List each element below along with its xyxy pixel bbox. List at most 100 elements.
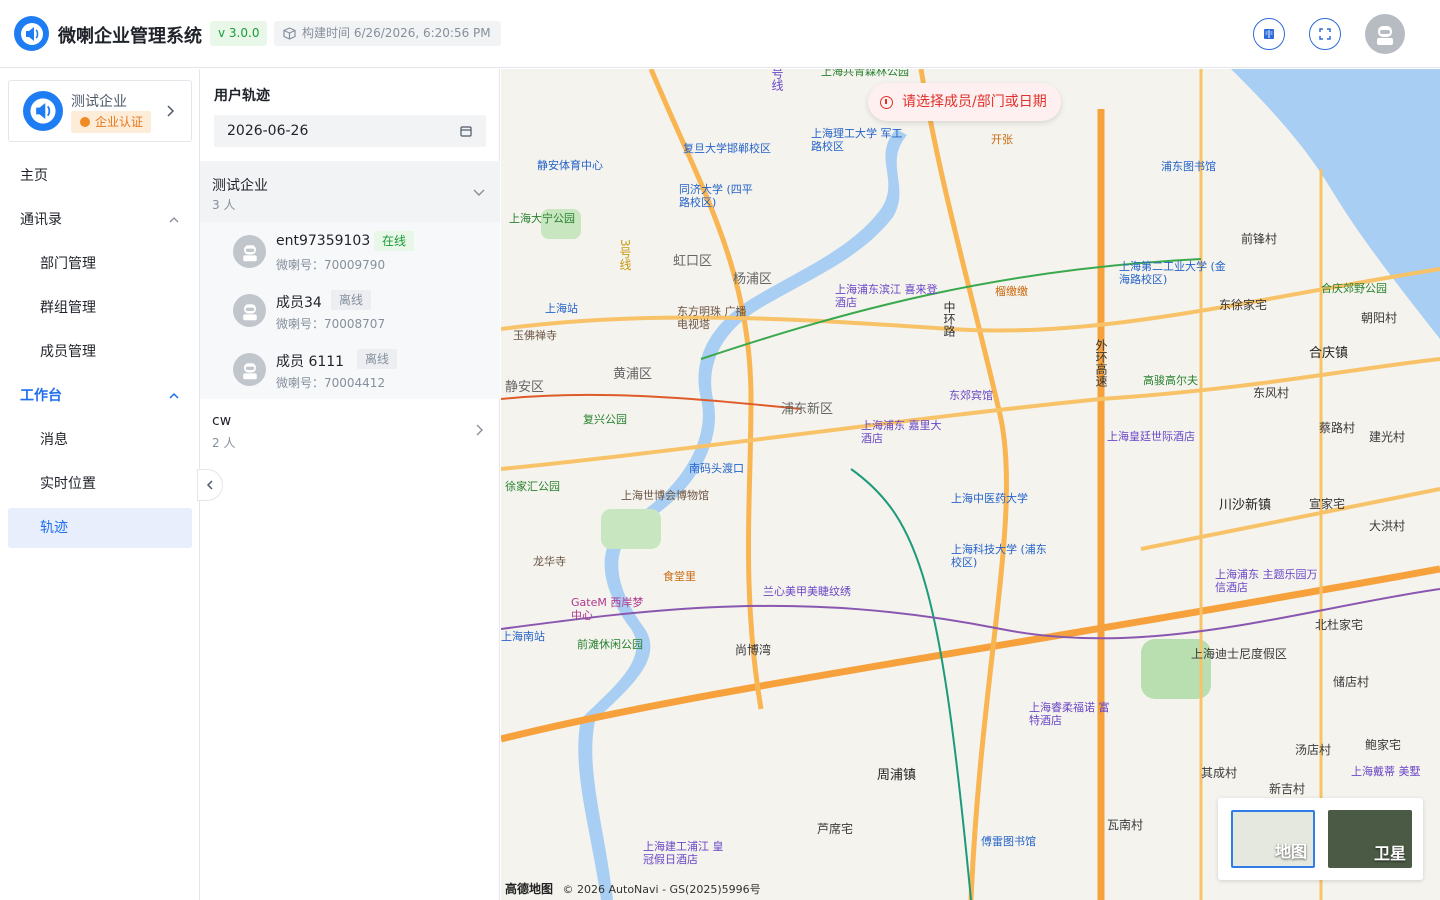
robot-icon	[242, 303, 257, 320]
map-place: 宣家宅	[1309, 497, 1346, 511]
map-place: 其成村	[1201, 766, 1238, 780]
nav-contacts[interactable]: 通讯录	[8, 200, 192, 240]
panel-title: 用户轨迹	[214, 88, 270, 104]
map-poi[interactable]: 同济大学 (四平路校区)	[679, 183, 759, 209]
nav-realtime[interactable]: 实时位置	[8, 464, 192, 504]
fullscreen-icon	[1319, 28, 1331, 40]
map-poi[interactable]: 上海共青森林公园	[821, 69, 909, 78]
amap-logo: 高德地图	[505, 882, 554, 896]
map-poi[interactable]: 东方明珠 广播电视塔	[677, 305, 747, 331]
nav-track[interactable]: 轨迹	[8, 508, 192, 548]
chevron-right-icon	[476, 424, 483, 436]
map-view[interactable]: 上海共青森林公园 上海理工大学 军工路校区 复旦大学邯郸校区 静安体育中心 同济…	[501, 69, 1440, 900]
map-poi[interactable]: 龙华寺	[533, 555, 566, 568]
map-poi[interactable]: 静安体育中心	[537, 159, 603, 172]
map-poi[interactable]: 兰心美甲美睫纹绣	[763, 585, 851, 598]
member-id: 微喇号：70004412	[276, 376, 386, 390]
map-poi[interactable]: 徐家汇公园	[505, 480, 560, 493]
nav-dept[interactable]: 部门管理	[8, 244, 192, 284]
member-list: ent97359103 在线 微喇号：70009790 成员34 离线 微喇号：…	[200, 222, 500, 399]
map-poi[interactable]: 上海睿柔福诺 富特酒店	[1029, 701, 1119, 727]
map-poi[interactable]: GateM 西岸梦中心	[571, 596, 651, 622]
map-poi[interactable]: 前滩休闲公园	[577, 638, 643, 651]
status-badge: 离线	[331, 290, 372, 310]
list-item[interactable]: ent97359103 在线 微喇号：70009790	[200, 222, 500, 281]
map-poi[interactable]: 玉佛禅寺	[513, 329, 557, 342]
map-place: 东风村	[1253, 386, 1290, 400]
map-poi[interactable]: 复旦大学邯郸校区	[683, 142, 771, 155]
map-poi[interactable]: 开张	[991, 133, 1013, 146]
group-count: 2 人	[212, 436, 236, 450]
map-type-label: 地图	[1274, 842, 1307, 861]
map-poi[interactable]: 上海戴蒂 美墅	[1351, 765, 1421, 778]
map-poi[interactable]: 复兴公园	[583, 413, 627, 426]
map-poi[interactable]: 上海中医药大学	[951, 492, 1028, 505]
map-poi[interactable]: 上海南站	[501, 630, 545, 643]
status-badge: 离线	[357, 349, 398, 369]
map-poi[interactable]: 上海站	[545, 302, 578, 315]
map-poi[interactable]: 上海浦东 主题乐园万信酒店	[1215, 568, 1325, 594]
group-header[interactable]: 测试企业 3 人	[200, 161, 500, 223]
map-place: 新吉村	[1269, 782, 1306, 796]
map-poi[interactable]: 上海理工大学 军工路校区	[811, 127, 911, 153]
member-avatar	[233, 294, 266, 327]
user-avatar[interactable]	[1365, 14, 1405, 54]
robot-icon	[1377, 26, 1393, 45]
map-place: 尚博湾	[735, 643, 772, 657]
road-label: 中环路	[942, 301, 956, 337]
nav-home[interactable]: 主页	[8, 156, 192, 196]
district-label: 静安区	[505, 380, 545, 395]
chevron-left-icon	[206, 480, 213, 490]
group-name: cw	[212, 413, 232, 429]
map-poi[interactable]: 上海大宁公园	[509, 212, 575, 225]
map-poi[interactable]: 浦东图书馆	[1161, 160, 1216, 173]
nav-groups[interactable]: 群组管理	[8, 288, 192, 328]
map-poi[interactable]: 南码头渡口	[689, 462, 744, 475]
map-poi[interactable]: 上海科技大学 (浦东校区)	[951, 543, 1051, 569]
list-item[interactable]: 成员34 离线 微喇号：70008707	[200, 281, 500, 340]
map-poi[interactable]: 合庆郊野公园	[1321, 282, 1387, 295]
nav-messages[interactable]: 消息	[8, 420, 192, 460]
status-badge: 在线	[374, 231, 415, 251]
alert-text: 请选择成员/部门或日期	[902, 94, 1047, 110]
map-place: 汤店村	[1295, 743, 1332, 757]
member-id: 微喇号：70009790	[276, 258, 386, 272]
map-poi[interactable]: 上海浦东滨江 喜来登酒店	[835, 283, 945, 309]
map-place: 芦席宅	[817, 822, 854, 836]
map-base	[501, 69, 1440, 900]
nav-members[interactable]: 成员管理	[8, 332, 192, 372]
nav-workbench[interactable]: 工作台	[8, 376, 192, 416]
date-picker[interactable]: 2026-06-26	[214, 115, 486, 147]
docs-button[interactable]	[1253, 18, 1285, 50]
map-place: 建光村	[1369, 430, 1406, 444]
fullscreen-button[interactable]	[1309, 18, 1341, 50]
member-id: 微喇号：70008707	[276, 317, 386, 331]
list-item[interactable]: 成员 6111 离线 微喇号：70004412	[200, 340, 500, 399]
group-header[interactable]: cw 2 人	[200, 399, 500, 461]
map-poi[interactable]: 上海浦东 嘉里大酒店	[861, 419, 951, 445]
book-icon	[1264, 29, 1274, 39]
map-poi[interactable]: 榴缴缴	[995, 285, 1028, 298]
map-type-standard[interactable]: 地图	[1231, 810, 1315, 868]
box-icon	[283, 27, 296, 40]
map-place: 储店村	[1333, 675, 1370, 689]
map-poi[interactable]: 高骏高尔夫	[1143, 374, 1198, 387]
enterprise-card[interactable]: 测试企业 企业认证	[8, 80, 192, 142]
map-type-switch: 地图 卫星	[1218, 798, 1423, 880]
member-avatar	[233, 353, 266, 386]
map-poi[interactable]: 东郊宾馆	[949, 389, 993, 402]
map-poi[interactable]: 上海世博会博物馆	[621, 489, 709, 502]
map-poi[interactable]: 上海建工浦江 皇冠假日酒店	[643, 840, 733, 866]
map-poi[interactable]: 傅雷图书馆	[981, 835, 1036, 848]
road-label: 号线	[770, 69, 784, 91]
build-time-text: 构建时间 6/26/2026, 6:20:56 PM	[302, 26, 491, 40]
robot-icon	[242, 362, 257, 379]
map-place: 周浦镇	[877, 768, 917, 783]
map-poi[interactable]: 上海皇廷世际酒店	[1107, 430, 1195, 443]
district-label: 浦东新区	[781, 402, 834, 417]
map-type-satellite[interactable]: 卫星	[1328, 810, 1412, 868]
map-poi[interactable]: 食堂里	[663, 570, 696, 583]
map-poi[interactable]: 上海第二工业大学 (金海路校区)	[1119, 260, 1229, 286]
map-place: 朝阳村	[1361, 311, 1398, 325]
app-header: 微喇企业管理系统 v 3.0.0 构建时间 6/26/2026, 6:20:56…	[0, 0, 1440, 68]
